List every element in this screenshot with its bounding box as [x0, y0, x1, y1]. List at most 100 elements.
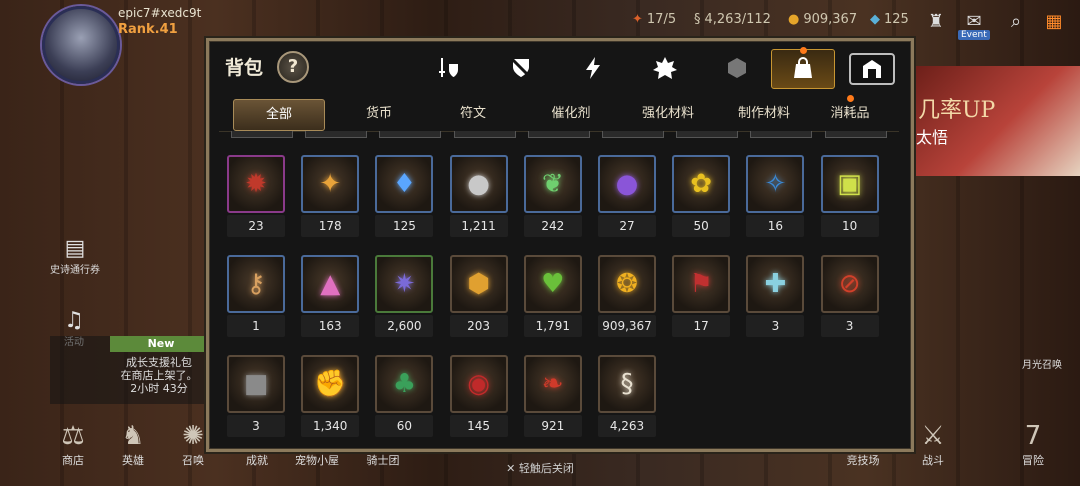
- close-hint[interactable]: ✕ 轻触后关闭: [0, 460, 1080, 476]
- item-quantity: 921: [523, 415, 582, 437]
- tab-rune[interactable]: 符文: [433, 99, 513, 129]
- top-status-bar: epic7#xedc9t Rank.41 ✦ 17/5 § 4,263/112 …: [0, 0, 1080, 84]
- epic-pass-button[interactable]: ▤ 史诗通行券: [44, 236, 106, 276]
- item-slot: ⚷: [227, 255, 285, 313]
- red-band-item[interactable]: ◉ 145: [449, 355, 512, 439]
- skystone-icon: §: [620, 369, 634, 399]
- tab-craft-material[interactable]: 制作材料: [719, 99, 809, 129]
- silver-coin-item[interactable]: ● 1,211: [449, 155, 512, 239]
- new-badge: New: [110, 336, 212, 352]
- fortress-icon[interactable]: ♜: [922, 8, 950, 34]
- inventory-grid[interactable]: ✹ 23 ✦ 178 ♦ 125 ● 1,211 ❦ 242 ● 27 ✿ 50 ✧ 16 ▣ 10 ⚷ 1 ▲ 163 ✷…: [219, 131, 899, 439]
- notification-dot: [800, 47, 807, 54]
- item-quantity: 50: [672, 215, 731, 237]
- gold-hexagon-item[interactable]: ⬢ 203: [449, 255, 512, 339]
- red-leaf-item[interactable]: ❧ 921: [523, 355, 586, 439]
- item-slot: ✹: [227, 155, 285, 213]
- category-no-equip-button[interactable]: [501, 51, 541, 85]
- stone-box-icon: ■: [243, 369, 269, 399]
- red-leaf-icon: ❧: [541, 369, 564, 399]
- player-rank: Rank.41: [118, 22, 178, 37]
- item-quantity: 60: [375, 415, 434, 437]
- purple-stone-icon: ●: [615, 169, 639, 199]
- green-heart-item[interactable]: ♥ 1,791: [523, 255, 586, 339]
- red-band-icon: ◉: [467, 369, 490, 399]
- resource-stars[interactable]: ✦ 17/5: [632, 12, 676, 27]
- gold-coin-item[interactable]: ❂ 909,367: [598, 255, 660, 339]
- item-slot: ✚: [746, 255, 805, 313]
- skystone-item[interactable]: § 4,263: [598, 355, 660, 439]
- inventory-title: 背包: [225, 57, 264, 79]
- item-slot: ●: [449, 155, 508, 213]
- item-quantity: 1,211: [449, 215, 508, 237]
- fist-emblem-item[interactable]: ✷ 2,600: [375, 255, 437, 339]
- item-quantity: 1,340: [301, 415, 360, 437]
- blue-orb-icon: ✧: [764, 169, 787, 199]
- banner-item[interactable]: ⚑ 17: [672, 255, 734, 339]
- no-entry-badge-item[interactable]: ⊘ 3: [820, 255, 883, 339]
- search-icon[interactable]: ⌕: [1002, 8, 1030, 34]
- pink-crystal-item[interactable]: ▲ 163: [301, 255, 363, 339]
- item-quantity: 1,791: [523, 315, 582, 337]
- storage-button[interactable]: [849, 53, 895, 85]
- pass-icon: ▤: [64, 236, 86, 261]
- blue-crystal-item[interactable]: ♦ 125: [375, 155, 437, 239]
- menu-grid-icon[interactable]: ▦: [1040, 8, 1068, 34]
- leaf-item[interactable]: ❦ 242: [523, 155, 586, 239]
- moonlight-summon-label[interactable]: 月光召唤: [1014, 356, 1070, 371]
- category-consumables-button[interactable]: [771, 49, 835, 89]
- category-equipment-button[interactable]: [429, 51, 469, 85]
- purple-stone-item[interactable]: ● 27: [598, 155, 660, 239]
- resource-skystone[interactable]: § 4,263/112: [694, 12, 771, 27]
- summon-banner[interactable]: 几率UP 太悟: [910, 66, 1080, 176]
- tab-currency[interactable]: 货币: [339, 99, 419, 129]
- card-item[interactable]: ▣ 10: [820, 155, 883, 239]
- partial-item-row: [824, 131, 887, 138]
- item-slot: ❧: [523, 355, 582, 413]
- tab-all[interactable]: 全部: [233, 99, 325, 131]
- item-slot: ❦: [523, 155, 582, 213]
- blue-crystal-icon: ♦: [392, 169, 417, 199]
- pet-food-item[interactable]: ✚ 3: [746, 255, 808, 339]
- partial-item-row: [305, 131, 368, 138]
- item-slot: ●: [598, 155, 656, 213]
- stone-box-item[interactable]: ■ 3: [227, 355, 289, 439]
- category-artifact-button[interactable]: [645, 51, 685, 85]
- leaf-icon: ❦: [541, 169, 564, 199]
- inventory-tabs: 全部 货币 符文 催化剂 强化材料 制作材料 消耗品: [219, 95, 899, 132]
- gold-hexagon-icon: ⬢: [467, 269, 490, 299]
- bag-icon: [794, 57, 812, 78]
- tab-consumable[interactable]: 消耗品: [815, 99, 885, 129]
- item-quantity: 10: [820, 215, 879, 237]
- resource-gold[interactable]: ● 909,367: [788, 12, 857, 27]
- avatar[interactable]: [42, 6, 120, 84]
- tab-catalyst[interactable]: 催化剂: [529, 99, 613, 129]
- clover-item[interactable]: ♣ 60: [375, 355, 437, 439]
- category-catalyst-button[interactable]: [573, 51, 613, 85]
- key-item[interactable]: ⚷ 1: [227, 255, 289, 339]
- item-slot: ⊘: [820, 255, 879, 313]
- category-box-button[interactable]: [717, 51, 757, 85]
- item-quantity: 145: [449, 415, 508, 437]
- item-slot: §: [598, 355, 656, 413]
- item-slot: ✧: [746, 155, 805, 213]
- blue-orb-item[interactable]: ✧ 16: [746, 155, 808, 239]
- gold-rune-item[interactable]: ✿ 50: [672, 155, 734, 239]
- promo-line-2: 在商店上架了。: [120, 369, 198, 382]
- no-entry-badge-icon: ⊘: [838, 269, 861, 299]
- banner-rate-up: 几率UP: [918, 98, 996, 123]
- item-slot: ⬢: [449, 255, 508, 313]
- tab-notification-dot: [847, 95, 854, 102]
- item-quantity: 3: [746, 315, 805, 337]
- help-button[interactable]: ?: [277, 51, 309, 83]
- tab-enhance-material[interactable]: 强化材料: [623, 99, 713, 129]
- red-orb-item[interactable]: ✹ 23: [227, 155, 289, 239]
- clover-icon: ♣: [392, 369, 417, 399]
- star-compass-item[interactable]: ✦ 178: [301, 155, 363, 239]
- item-quantity: 23: [227, 215, 285, 237]
- resource-crystal[interactable]: ◆ 125: [870, 12, 909, 27]
- item-slot: ♦: [375, 155, 434, 213]
- partial-item-row: [453, 131, 516, 138]
- growth-pack-promo[interactable]: New 成长支援礼包 在商店上架了。 2小时 43分: [50, 336, 212, 404]
- fist-badge-item[interactable]: ✊ 1,340: [301, 355, 363, 439]
